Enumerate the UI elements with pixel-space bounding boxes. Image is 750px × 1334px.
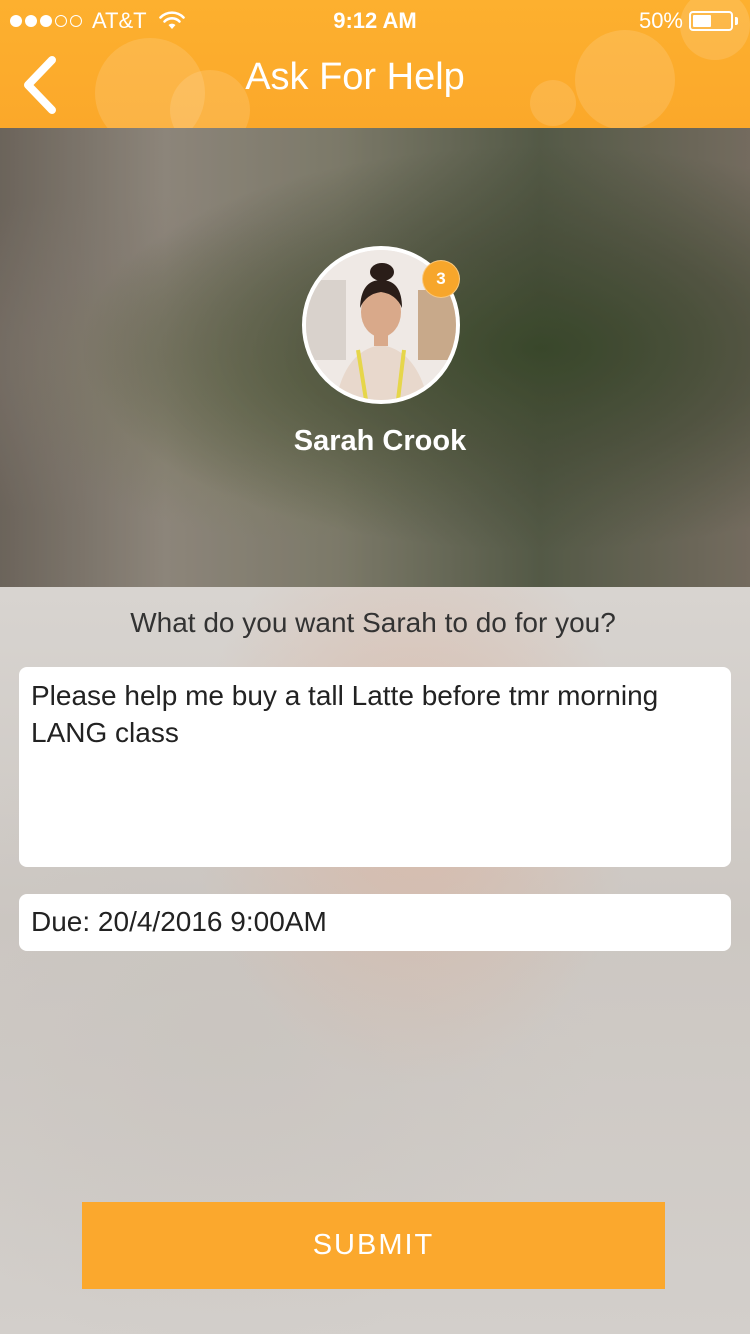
form-prompt: What do you want Sarah to do for you? (130, 607, 616, 638)
notification-badge: 3 (422, 260, 460, 298)
app-header: AT&T 9:12 AM 50% Ask For Help (0, 0, 750, 128)
avatar-container[interactable]: 3 (302, 246, 460, 404)
page-title: Ask For Help (245, 56, 465, 98)
profile-name: Sarah Crook (293, 425, 467, 457)
status-right: 50% (639, 8, 738, 34)
status-time: 9:12 AM (333, 8, 417, 33)
due-date-field[interactable]: Due: 20/4/2016 9:00AM (19, 894, 731, 951)
status-bar: AT&T 9:12 AM 50% (0, 0, 750, 40)
battery-cap (735, 17, 738, 25)
request-form: What do you want Sarah to do for you? Pl… (0, 587, 750, 1334)
profile-hero: 3 Sarah Crook (0, 128, 750, 587)
request-message-field[interactable]: Please help me buy a tall Latte before t… (19, 667, 731, 867)
submit-button[interactable]: SUBMIT (82, 1202, 665, 1289)
battery-icon (689, 11, 733, 31)
battery-fill (693, 15, 711, 27)
battery-percent: 50% (638, 8, 683, 33)
